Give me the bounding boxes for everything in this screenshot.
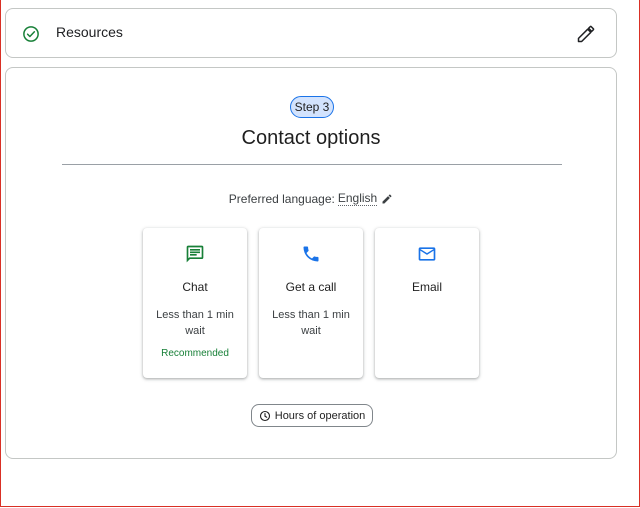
mail-icon <box>418 247 436 261</box>
divider <box>62 164 562 165</box>
recommended-badge: Recommended <box>161 348 229 359</box>
preferred-language-label: Preferred language: <box>228 191 335 206</box>
chat-option-label: Chat <box>182 280 208 294</box>
call-wait-time: Less than 1 min wait <box>272 309 350 337</box>
email-option-label: Email <box>411 280 442 294</box>
edit-pencil-icon[interactable] <box>576 24 596 44</box>
call-option-label: Get a call <box>285 280 337 294</box>
preferred-language-row: Preferred language: English <box>6 191 616 206</box>
call-option[interactable]: Get a call Less than 1 min wait <box>259 228 363 378</box>
contact-options: Chat Less than 1 min wait Recommended Ge… <box>143 228 481 378</box>
phone-icon <box>303 246 319 262</box>
email-option[interactable]: Email <box>375 228 479 378</box>
resources-card: Resources <box>5 8 617 58</box>
edit-language-icon[interactable] <box>381 193 393 205</box>
hours-of-operation-button[interactable]: Hours of operation <box>251 404 373 427</box>
step-badge: Step 3 <box>290 96 334 118</box>
clock-icon <box>259 410 270 421</box>
chat-icon <box>186 245 204 263</box>
resources-title: Resources <box>56 24 123 40</box>
page-title: Contact options <box>241 127 381 149</box>
chat-option[interactable]: Chat Less than 1 min wait Recommended <box>143 228 247 378</box>
preferred-language-value[interactable]: English <box>337 191 378 206</box>
check-circle-icon <box>23 26 39 42</box>
chat-wait-time: Less than 1 min wait <box>156 309 234 337</box>
hours-of-operation-label: Hours of operation <box>274 409 366 422</box>
contact-options-card: Step 3 Contact options Preferred languag… <box>5 67 617 459</box>
